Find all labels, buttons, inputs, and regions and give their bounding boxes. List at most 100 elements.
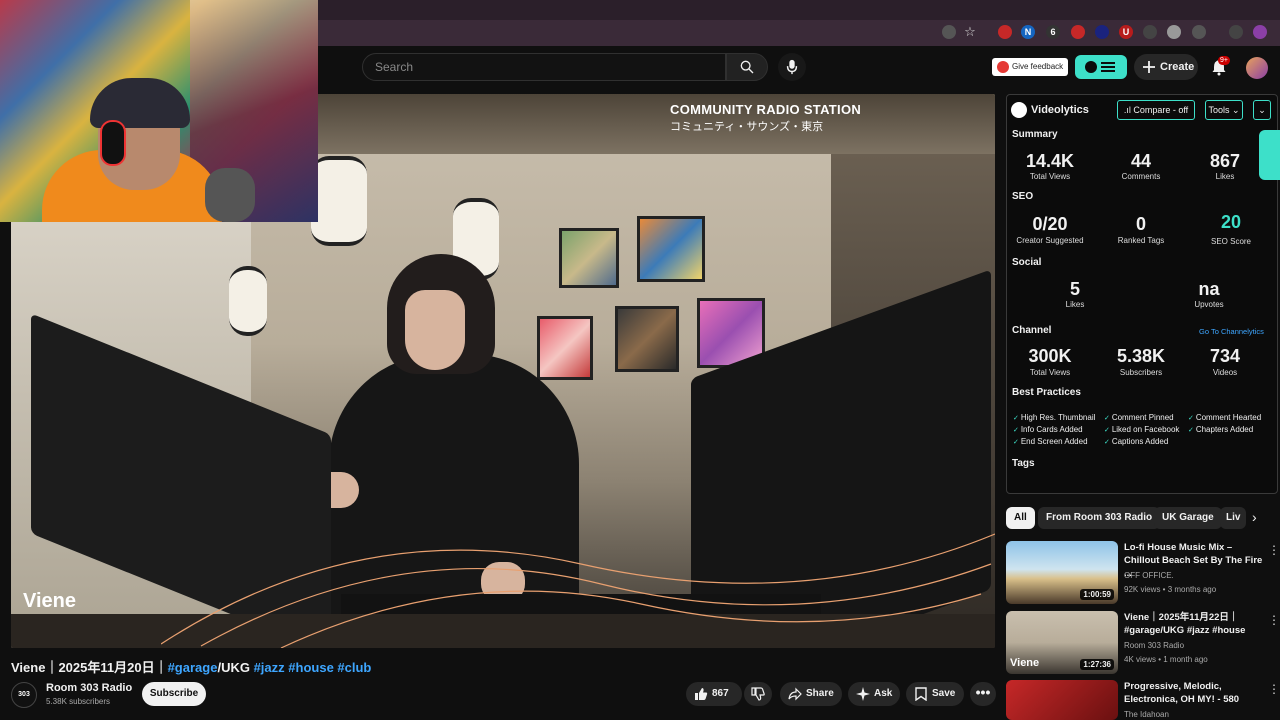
video-title: Viene｜2025年11月20日｜#garage/UKG #jazz #hou… [11, 657, 371, 676]
chip-live[interactable]: Liv [1220, 507, 1246, 529]
more-options-icon[interactable]: ⋮ [1268, 543, 1280, 557]
subscribe-button[interactable]: Subscribe [142, 682, 206, 706]
recommended-title[interactable]: Viene｜2025年11月22日｜#garage/UKG #jazz #hou… [1124, 611, 1264, 637]
extension-icon[interactable] [1095, 25, 1109, 39]
chevron-down-icon: ⌄ [1258, 105, 1266, 115]
collapse-button[interactable]: ⌄ [1253, 100, 1271, 120]
hashtag-link[interactable]: #house [288, 660, 334, 675]
chevron-right-icon[interactable]: › [1252, 509, 1257, 525]
give-feedback-button[interactable]: Give feedback [992, 58, 1068, 76]
more-options-icon[interactable]: ⋮ [1268, 613, 1280, 627]
wall-art-frame [637, 216, 705, 282]
upvotes-label: Upvotes [1194, 300, 1224, 309]
recommended-video[interactable]: 1:00:59 Lo-fi House Music Mix – Chillout… [1006, 541, 1280, 607]
recommended-title[interactable]: Progressive, Melodic, Electronica, OH MY… [1124, 680, 1264, 706]
streamer-hair [90, 78, 190, 128]
wall-art-frame [559, 228, 619, 288]
sparkle-icon [856, 687, 870, 701]
hashtag-link[interactable]: #club [337, 660, 371, 675]
artist-name-overlay: Viene [23, 590, 76, 612]
recommended-channel[interactable]: OFF OFFICE. [1124, 571, 1174, 580]
notification-count-badge: 9+ [1218, 56, 1230, 65]
channel-avatar[interactable]: 303 [11, 682, 37, 708]
extension-icon[interactable]: U [1119, 25, 1133, 39]
chip-all[interactable]: All [1006, 507, 1035, 529]
search-button[interactable] [726, 53, 768, 81]
extension-icon[interactable]: 6 [1046, 25, 1060, 39]
extension-icon[interactable] [1071, 25, 1085, 39]
creator-suggested-value: 0/20 [1032, 214, 1068, 234]
feedback-label: Give feedback [1012, 62, 1064, 71]
videolytics-panel: Videolytics .ıl Compare - off Tools ⌄ ⌄ … [1006, 94, 1278, 494]
video-thumbnail[interactable] [1006, 680, 1118, 720]
duration-badge: 1:00:59 [1080, 589, 1114, 600]
videolytics-logo-icon [1011, 102, 1027, 118]
recommended-channel[interactable]: The Idahoan [1124, 710, 1169, 719]
dj-face [405, 290, 465, 370]
extension-icon[interactable]: N [1021, 25, 1035, 39]
title-text: Viene｜2025年11月20日｜ [11, 660, 168, 675]
channel-subscriber-count: 5.38K subscribers [46, 697, 111, 706]
ranked-tags-value: 0 [1135, 214, 1146, 234]
extensions-puzzle-icon[interactable] [1192, 25, 1206, 39]
paper-lantern [311, 156, 367, 246]
duration-badge: 1:27:36 [1080, 659, 1114, 670]
share-button[interactable]: Share [780, 682, 842, 706]
best-practice-item: High Res. Thumbnail [1013, 413, 1096, 422]
best-practice-item: End Screen Added [1013, 437, 1088, 446]
recommended-video[interactable]: Progressive, Melodic, Electronica, OH MY… [1006, 680, 1280, 720]
recommended-channel[interactable]: Room 303 Radio [1124, 641, 1184, 650]
thumbs-up-icon [695, 688, 708, 700]
channel-name[interactable]: Room 303 Radio [46, 682, 132, 694]
headset [100, 120, 126, 166]
ask-button[interactable]: Ask [848, 682, 900, 706]
tools-dropdown[interactable]: Tools ⌄ [1205, 100, 1243, 120]
create-button[interactable]: Create [1134, 54, 1198, 80]
ranked-tags-label: Ranked Tags [1117, 236, 1165, 245]
search-icon [740, 60, 754, 74]
chip-from-channel[interactable]: From Room 303 Radio [1038, 507, 1161, 529]
hashtag-link[interactable]: #jazz [254, 660, 285, 675]
save-button[interactable]: Save [906, 682, 964, 706]
channel-views-label: Total Views [1029, 368, 1071, 377]
save-label: Save [932, 688, 956, 699]
hamburger-icon [1085, 61, 1115, 73]
comments-label: Comments [1121, 172, 1161, 181]
bookmark-star-icon[interactable]: ☆ [963, 25, 977, 39]
hashtag-link[interactable]: #garage [168, 660, 218, 675]
extension-icon[interactable] [1167, 25, 1181, 39]
video-thumbnail[interactable]: 1:00:59 [1006, 541, 1118, 604]
recommended-video[interactable]: Viene 1:27:36 Viene｜2025年11月22日｜#garage/… [1006, 611, 1280, 677]
channelytics-link[interactable]: Go To Channelytics [1199, 327, 1264, 336]
extension-icon[interactable] [1143, 25, 1157, 39]
total-views-value: 14.4K [1025, 151, 1075, 171]
wall-art-frame [537, 316, 593, 380]
comments-value: 44 [1130, 151, 1152, 171]
social-heading: Social [1012, 257, 1042, 268]
profile-avatar-icon[interactable] [1253, 25, 1267, 39]
best-practice-item: Info Cards Added [1013, 425, 1083, 434]
compare-toggle-button[interactable]: .ıl Compare - off [1117, 100, 1195, 120]
like-button[interactable]: 867 [686, 682, 742, 706]
browser-toolbar [318, 20, 1280, 46]
best-practice-item: Comment Pinned [1104, 413, 1174, 422]
search-input[interactable]: Search [362, 53, 726, 81]
microphone [205, 168, 255, 222]
more-options-icon[interactable]: ⋮ [1268, 682, 1280, 696]
account-avatar[interactable] [1246, 57, 1268, 79]
more-actions-button[interactable]: ••• [970, 682, 996, 706]
extension-icon[interactable] [998, 25, 1012, 39]
video-thumbnail[interactable]: Viene 1:27:36 [1006, 611, 1118, 674]
videolytics-menu-button[interactable] [1075, 55, 1127, 79]
menu-icon[interactable] [1229, 25, 1243, 39]
videolytics-side-tab[interactable] [1259, 130, 1280, 180]
thumbs-down-icon [751, 687, 765, 701]
voice-search-button[interactable] [778, 53, 806, 81]
cast-icon[interactable] [942, 25, 956, 39]
channel-views-value: 300K [1028, 346, 1072, 366]
channel-subscribers-value: 5.38K [1116, 346, 1166, 366]
station-title: COMMUNITY RADIO STATION [670, 102, 862, 117]
dislike-button[interactable] [744, 682, 772, 706]
thumbnail-overlay-text: Viene [1010, 657, 1040, 669]
chip-uk-garage[interactable]: UK Garage [1154, 507, 1222, 529]
